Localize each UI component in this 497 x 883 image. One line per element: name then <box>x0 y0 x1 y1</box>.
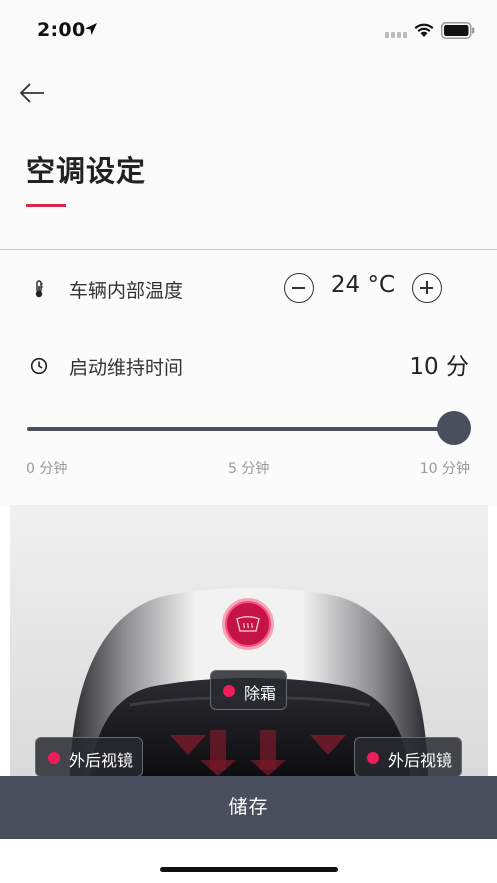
slider-track <box>27 427 454 431</box>
zone-chip-label: 外后视镜 <box>69 751 134 770</box>
defrost-button[interactable] <box>221 597 275 651</box>
slider-tick-label: 0 分钟 <box>26 461 68 477</box>
slider-thumb[interactable] <box>437 411 471 445</box>
temperature-value: 24 °C <box>330 272 396 298</box>
temperature-decrease-button[interactable] <box>284 273 314 303</box>
slider-tick-label: 5 分钟 <box>228 461 270 477</box>
cellular-signal-icon <box>385 32 407 38</box>
thermometer-icon <box>35 280 43 298</box>
status-bar: 2:00 <box>0 0 497 62</box>
temperature-row: 车辆内部温度 24 °C <box>0 269 497 309</box>
home-indicator <box>160 867 338 872</box>
duration-slider[interactable] <box>27 410 471 450</box>
zone-active-dot <box>48 752 60 764</box>
status-time: 2:00 <box>37 19 86 41</box>
temperature-increase-button[interactable] <box>412 273 442 303</box>
temperature-label: 车辆内部温度 <box>69 280 184 302</box>
arrow-left-icon[interactable] <box>18 80 48 106</box>
zone-chip-right-mirror[interactable]: 外后视镜 <box>354 737 462 777</box>
home-indicator-area <box>0 839 497 883</box>
location-arrow-icon <box>85 23 97 35</box>
page-title: 空调设定 <box>26 154 147 188</box>
zone-active-dot <box>367 752 379 764</box>
zone-chip-label: 除霜 <box>244 684 277 703</box>
climate-settings: 车辆内部温度 24 °C 启动维持时间 10 分 0 分钟 5 分钟 10 分钟 <box>0 250 497 505</box>
wifi-icon <box>414 23 434 37</box>
slider-tick-label: 10 分钟 <box>419 461 470 477</box>
save-button[interactable]: 储存 <box>0 776 497 839</box>
battery-icon <box>441 22 475 39</box>
page-header: 空调设定 <box>0 62 497 250</box>
duration-row: 启动维持时间 10 分 <box>0 346 497 386</box>
duration-value: 10 分 <box>409 354 469 380</box>
title-underline <box>26 204 66 207</box>
windshield-defrost-icon <box>222 598 274 650</box>
zone-chip-left-mirror[interactable]: 外后视镜 <box>35 737 143 777</box>
clock-icon <box>30 357 48 375</box>
duration-label: 启动维持时间 <box>69 357 184 379</box>
zone-chip-label: 外后视镜 <box>388 751 453 770</box>
zone-active-dot <box>223 685 235 697</box>
zone-chip-defrost[interactable]: 除霜 <box>210 670 287 710</box>
